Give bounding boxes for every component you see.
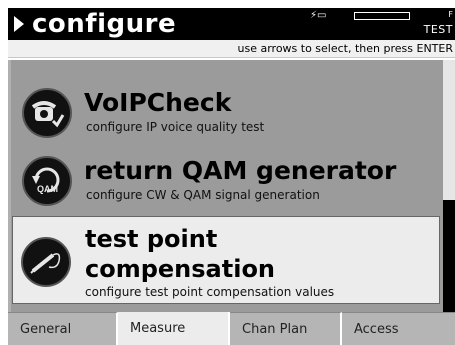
qam-return-icon: QAM: [22, 156, 72, 206]
qam-icon-text: QAM: [37, 184, 58, 194]
page-title: configure: [32, 9, 177, 39]
mode-label: TEST: [423, 23, 453, 36]
item-description: configure IP voice quality test: [86, 120, 265, 134]
hint-bar: use arrows to select, then press ENTER: [8, 40, 455, 58]
status-corner-char: F: [448, 10, 453, 19]
menu-item-test-point-compensation[interactable]: test point compensation configure test p…: [12, 216, 440, 304]
tab-general[interactable]: General: [8, 312, 118, 345]
telephone-check-icon: [22, 88, 72, 138]
menu-item-voipcheck[interactable]: VoIPCheck configure IP voice quality tes…: [10, 82, 440, 142]
scroll-track: [443, 60, 455, 200]
item-description: configure CW & QAM signal generation: [86, 188, 320, 202]
item-title: return QAM generator: [84, 156, 397, 185]
title-arrow-icon: [14, 16, 24, 32]
probe-icon: [21, 237, 71, 287]
status-area: ⚡▭ F TEST: [310, 10, 455, 38]
item-title: VoIPCheck: [84, 88, 232, 117]
item-description: configure test point compensation values: [85, 285, 335, 299]
tab-measure[interactable]: Measure: [118, 312, 230, 345]
menu-item-return-qam-generator[interactable]: QAM return QAM generator configure CW & …: [10, 150, 440, 212]
item-title-line-1: test point: [85, 225, 218, 253]
item-title-line-2: compensation: [85, 255, 276, 283]
battery-icon: [354, 12, 410, 20]
tab-chan-plan[interactable]: Chan Plan: [230, 312, 342, 345]
tab-access[interactable]: Access: [342, 312, 455, 345]
power-plug-icon: ⚡▭: [310, 10, 327, 21]
title-bar: configure ⚡▭ F TEST: [8, 8, 455, 40]
scrollbar-thumb[interactable]: [443, 200, 455, 312]
tab-bar: General Measure Chan Plan Access: [8, 312, 455, 345]
